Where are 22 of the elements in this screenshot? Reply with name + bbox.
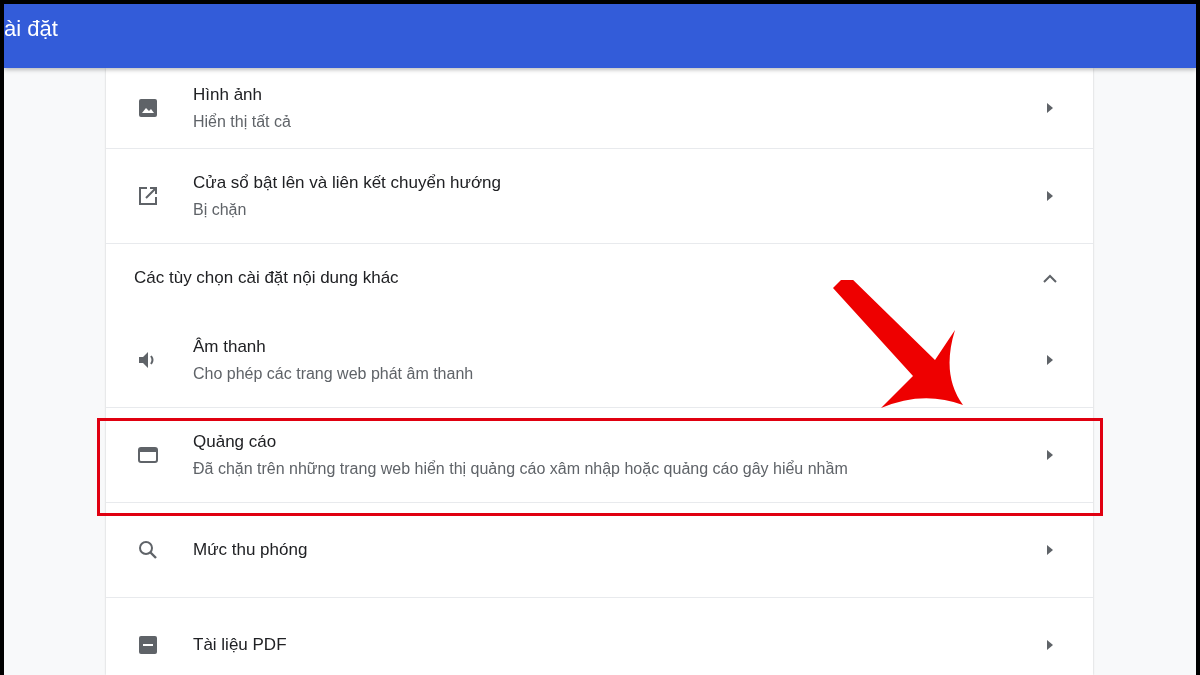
setting-title: Cửa sổ bật lên và liên kết chuyển hướng [193, 173, 502, 193]
section-title: Các tùy chọn cài đặt nội dung khác [134, 268, 399, 288]
setting-title: Tài liệu PDF [193, 635, 288, 655]
chevron-right-icon[interactable] [1047, 103, 1053, 113]
setting-description: Cho phép các trang web phát âm thanh [193, 364, 475, 383]
external-link-icon [136, 184, 160, 208]
chevron-right-icon[interactable] [1047, 450, 1053, 460]
setting-title: Hình ảnh [193, 85, 263, 105]
image-icon [136, 96, 160, 120]
page-title: ài đặt [4, 16, 58, 42]
setting-title: Quảng cáo [193, 432, 278, 452]
chevron-right-icon[interactable] [1047, 545, 1053, 555]
setting-description: Bị chặn [193, 201, 248, 219]
chevron-right-icon[interactable] [1047, 640, 1053, 650]
setting-title: Âm thanh [193, 336, 267, 357]
chevron-right-icon[interactable] [1047, 354, 1053, 365]
setting-description: Hiển thị tất cả [193, 113, 292, 131]
chevron-icon[interactable] [1043, 273, 1057, 283]
setting-description: Đã chặn trên những trang web hiển thị quảng cáo xâm nhập hoặc quảng cáo gây hiểu nhầm [193, 460, 849, 478]
document-icon [136, 633, 160, 657]
chevron-right-icon[interactable] [1047, 191, 1053, 201]
setting-title: Mức thu phóng [193, 540, 309, 560]
